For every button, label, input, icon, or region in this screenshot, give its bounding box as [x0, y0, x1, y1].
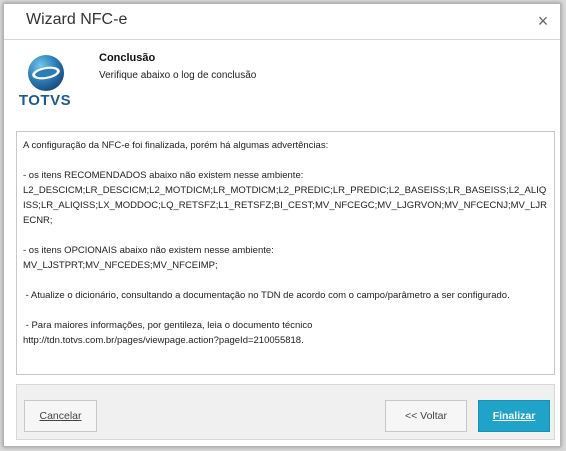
- close-icon[interactable]: ×: [532, 10, 554, 32]
- back-button[interactable]: << Voltar: [385, 400, 467, 432]
- logo-wordmark: TOTVS: [18, 92, 72, 109]
- title-bar: Wizard NFC-e ×: [4, 4, 560, 40]
- log-textarea[interactable]: A configuração da NFC-e foi finalizada, …: [16, 131, 555, 375]
- log-line: MV_LJSTPRT;MV_NFCEDES;MV_NFCEIMP;: [23, 260, 218, 271]
- log-line: L2_DESCICM;LR_DESCICM;L2_MOTDICM;LR_MOTD…: [23, 185, 548, 226]
- wizard-header: TOTVS Conclusão Verifique abaixo o log d…: [4, 40, 560, 126]
- finish-button-label: Finalizar: [492, 410, 536, 422]
- log-line: http://tdn.totvs.com.br/pages/viewpage.a…: [23, 335, 304, 346]
- back-button-label: << Voltar: [404, 410, 448, 422]
- log-line: - Para maiores informações, por gentilez…: [23, 320, 313, 331]
- totvs-logo: TOTVS: [18, 54, 72, 112]
- log-line: - Atualize o dicionário, consultando a d…: [23, 290, 510, 301]
- totvs-logo-icon: [28, 55, 64, 91]
- finish-button[interactable]: Finalizar: [478, 400, 550, 432]
- log-line: - os itens RECOMENDADOS abaixo não exist…: [23, 170, 304, 181]
- log-line: - os itens OPCIONAIS abaixo não existem …: [23, 245, 274, 256]
- page-title: Conclusão: [99, 52, 156, 64]
- wizard-dialog: Wizard NFC-e × TOTVS Conclusão Verifique…: [3, 3, 561, 447]
- cancel-button-label: Cancelar: [39, 410, 82, 422]
- log-line: A configuração da NFC-e foi finalizada, …: [23, 140, 329, 151]
- wizard-footer: Cancelar << Voltar Finalizar: [16, 384, 555, 440]
- cancel-button[interactable]: Cancelar: [24, 400, 97, 432]
- page-subtitle: Verifique abaixo o log de conclusão: [99, 70, 257, 81]
- dialog-title: Wizard NFC-e: [26, 11, 128, 28]
